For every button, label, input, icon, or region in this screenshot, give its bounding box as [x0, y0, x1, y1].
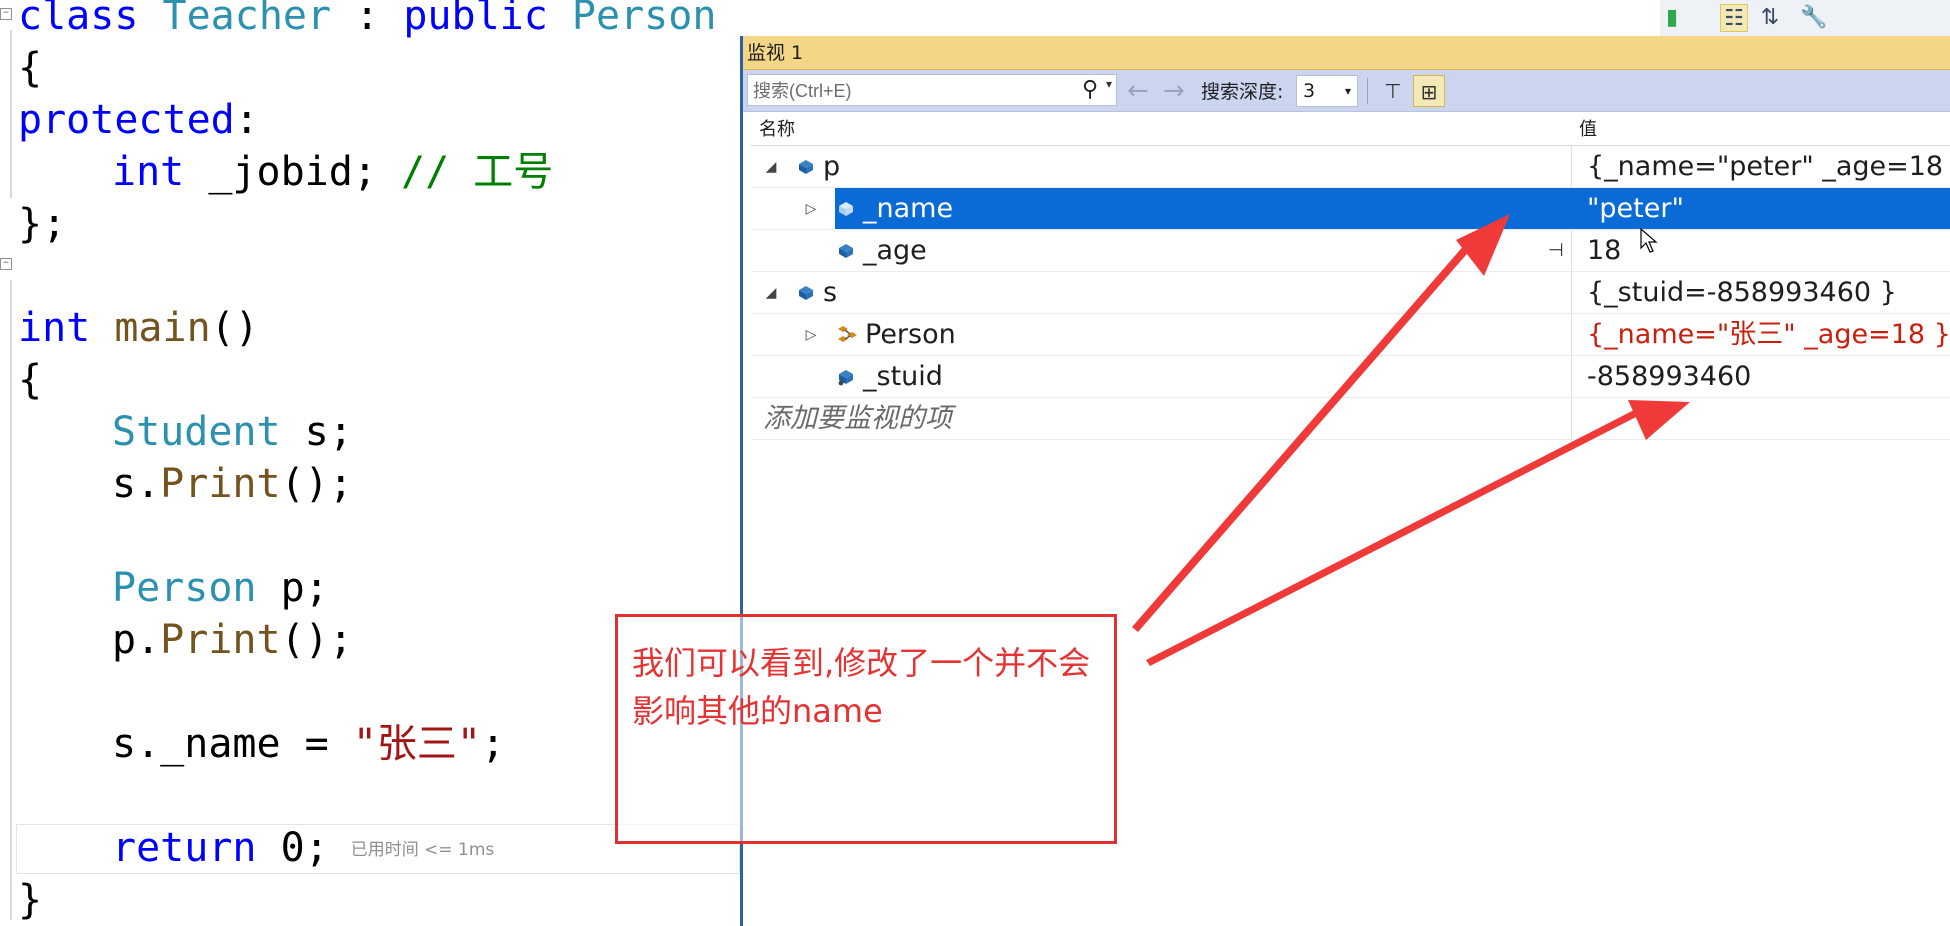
object-icon — [838, 370, 853, 386]
watch-item-name: s — [823, 277, 838, 308]
watch-item-name: p — [823, 151, 841, 182]
list-view-icon[interactable]: ☷ — [1720, 4, 1748, 32]
watch-item-value[interactable]: 18 — [1579, 230, 1950, 271]
column-header: 名称 值 — [751, 114, 1950, 146]
column-name-header[interactable]: 名称 — [759, 114, 795, 146]
search-box[interactable]: ⚲ ▾ — [747, 74, 1117, 107]
code-line: int _jobid; // 工号 — [112, 149, 554, 195]
progress-icon: ▮ — [1666, 5, 1679, 30]
base-class-icon — [838, 326, 857, 342]
code-line: Student s; — [112, 409, 353, 455]
code-line: { — [18, 357, 43, 403]
perf-tip[interactable]: 已用时间 <= 1ms — [351, 840, 495, 860]
code-line: { — [18, 45, 43, 91]
annotation-text: 我们可以看到,修改了一个并不会影响其他的name — [632, 644, 1091, 730]
watch-toolbar: ⚲ ▾ ← → 搜索深度: 3▾ ⊤ ⊞ — [743, 70, 1950, 112]
code-line: class Teacher : public Person — [18, 0, 717, 39]
watch-row-stuid[interactable]: _stuid -858993460 — [751, 356, 1950, 398]
watch-item-value[interactable]: {_stuid=-858993460 } — [1579, 272, 1950, 313]
watch-title[interactable]: 监视 1 — [743, 36, 1950, 70]
annotation-box: 我们可以看到,修改了一个并不会影响其他的name — [615, 614, 1117, 844]
fold-guide — [10, 30, 12, 198]
hex-icon[interactable]: ⊞ — [1413, 75, 1445, 107]
forward-arrow-icon[interactable]: → — [1163, 76, 1185, 106]
collapse-icon[interactable]: − — [0, 8, 12, 20]
chevron-down-icon: ▾ — [1344, 84, 1351, 98]
watch-item-name: _age — [863, 235, 927, 266]
column-value-header[interactable]: 值 — [1579, 114, 1597, 146]
code-line: protected: — [18, 97, 259, 143]
watch-row-name[interactable]: ▷ _name "peter" — [751, 188, 1950, 230]
cursor-icon — [1640, 228, 1658, 253]
top-toolbar-strip: ▮ ☷ ⇅ 🔧 — [1660, 0, 1950, 36]
watch-item-name: Person — [865, 319, 956, 350]
watch-item-name: _stuid — [863, 361, 943, 392]
search-depth-label: 搜索深度: — [1201, 81, 1284, 103]
watch-item-name: _name — [863, 193, 954, 224]
watch-row-age[interactable]: _age ⊣ 18 — [751, 230, 1950, 272]
toolbar-separator — [1367, 78, 1368, 104]
code-line: s.Print(); — [112, 461, 353, 507]
watch-item-value[interactable]: "peter" — [1579, 188, 1950, 229]
watch-item-value[interactable]: -858993460 — [1579, 356, 1950, 397]
object-icon — [799, 286, 813, 300]
add-watch-item-label: 添加要监视的项 — [763, 403, 952, 434]
search-depth-value: 3 — [1303, 80, 1316, 102]
filter-icon[interactable]: ⊤ — [1377, 75, 1409, 107]
pin-icon[interactable]: ⊣ — [1548, 230, 1564, 272]
code-line: s._name = "张三"; — [112, 721, 506, 767]
fold-guide — [10, 280, 12, 920]
sort-icon[interactable]: ⇅ — [1756, 4, 1784, 32]
back-arrow-icon[interactable]: ← — [1127, 76, 1149, 106]
object-icon — [839, 244, 853, 258]
expanded-triangle-icon[interactable]: ◢ — [763, 272, 779, 314]
search-icon[interactable]: ⚲ — [1082, 76, 1098, 102]
code-line: Person p; — [112, 565, 329, 611]
watch-item-value[interactable]: {_name="张三" _age=18 } — [1579, 314, 1950, 355]
collapse-icon[interactable]: − — [0, 258, 12, 270]
object-icon — [839, 202, 853, 216]
code-line: } — [18, 877, 43, 923]
object-icon — [799, 160, 813, 174]
watch-item-value[interactable]: {_name="peter" _age=18 } — [1579, 146, 1950, 187]
watch-row-s[interactable]: ◢ s {_stuid=-858993460 } — [751, 272, 1950, 314]
search-depth-select[interactable]: 3 ▾ — [1296, 75, 1358, 107]
watch-row-person[interactable]: ▷ Person {_name="张三" _age=18 } — [751, 314, 1950, 356]
code-line: }; — [18, 201, 67, 247]
wrench-icon[interactable]: 🔧 — [1800, 4, 1828, 32]
collapsed-triangle-icon[interactable]: ▷ — [803, 188, 819, 230]
search-input[interactable] — [748, 75, 1055, 107]
chevron-down-icon[interactable]: ▾ — [1106, 77, 1112, 91]
code-line: int main() — [18, 305, 259, 351]
expanded-triangle-icon[interactable]: ◢ — [763, 146, 779, 188]
code-line: return 0; 已用时间 <= 1ms — [112, 825, 495, 871]
code-line: p.Print(); — [112, 617, 353, 663]
watch-row-p[interactable]: ◢ p {_name="peter" _age=18 } — [751, 146, 1950, 188]
collapsed-triangle-icon[interactable]: ▷ — [803, 314, 819, 356]
add-watch-item[interactable]: 添加要监视的项 — [751, 398, 1950, 440]
